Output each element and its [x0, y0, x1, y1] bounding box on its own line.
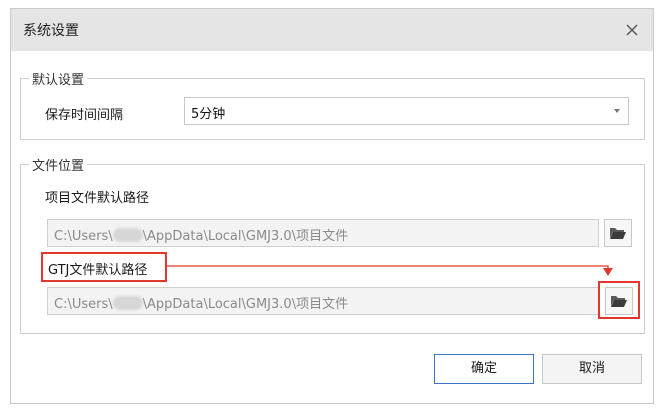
project-path-browse-button[interactable] [604, 219, 632, 247]
project-path-prefix: C:\Users\ [54, 229, 113, 244]
system-settings-dialog: 系统设置 默认设置 保存时间间隔 5分钟 文件位置 项目文件默认路径 C:\Us… [10, 8, 654, 404]
gtj-path-prefix: C:\Users\ [54, 297, 113, 312]
gtj-path-browse-button[interactable] [605, 287, 633, 315]
gtj-path-suffix: \AppData\Local\GMJ3.0\项目文件 [142, 297, 349, 312]
project-path-suffix: \AppData\Local\GMJ3.0\项目文件 [142, 229, 349, 244]
project-path-field[interactable]: C:\Users\ \AppData\Local\GMJ3.0\项目文件 [47, 219, 599, 247]
redacted-username [112, 228, 143, 242]
save-interval-label: 保存时间间隔 [45, 108, 124, 123]
gtj-path-field[interactable]: C:\Users\ \AppData\Local\GMJ3.0\项目文件 [47, 287, 599, 315]
close-button[interactable] [621, 19, 643, 41]
gtj-path-label: GTJ文件默认路径 [48, 263, 148, 278]
file-location-legend: 文件位置 [29, 155, 88, 174]
cancel-button[interactable]: 取消 [542, 354, 642, 384]
save-interval-value: 5分钟 [191, 107, 226, 122]
folder-open-icon [610, 228, 626, 239]
folder-open-icon [611, 296, 627, 307]
dialog-title: 系统设置 [23, 23, 79, 39]
redacted-username [112, 296, 143, 310]
chevron-down-icon [614, 109, 620, 113]
default-settings-legend: 默认设置 [29, 69, 88, 88]
titlebar: 系统设置 [11, 9, 653, 51]
save-interval-select[interactable]: 5分钟 [184, 97, 629, 125]
close-icon [626, 24, 638, 36]
ok-button[interactable]: 确定 [434, 354, 534, 384]
project-path-label: 项目文件默认路径 [45, 191, 150, 206]
